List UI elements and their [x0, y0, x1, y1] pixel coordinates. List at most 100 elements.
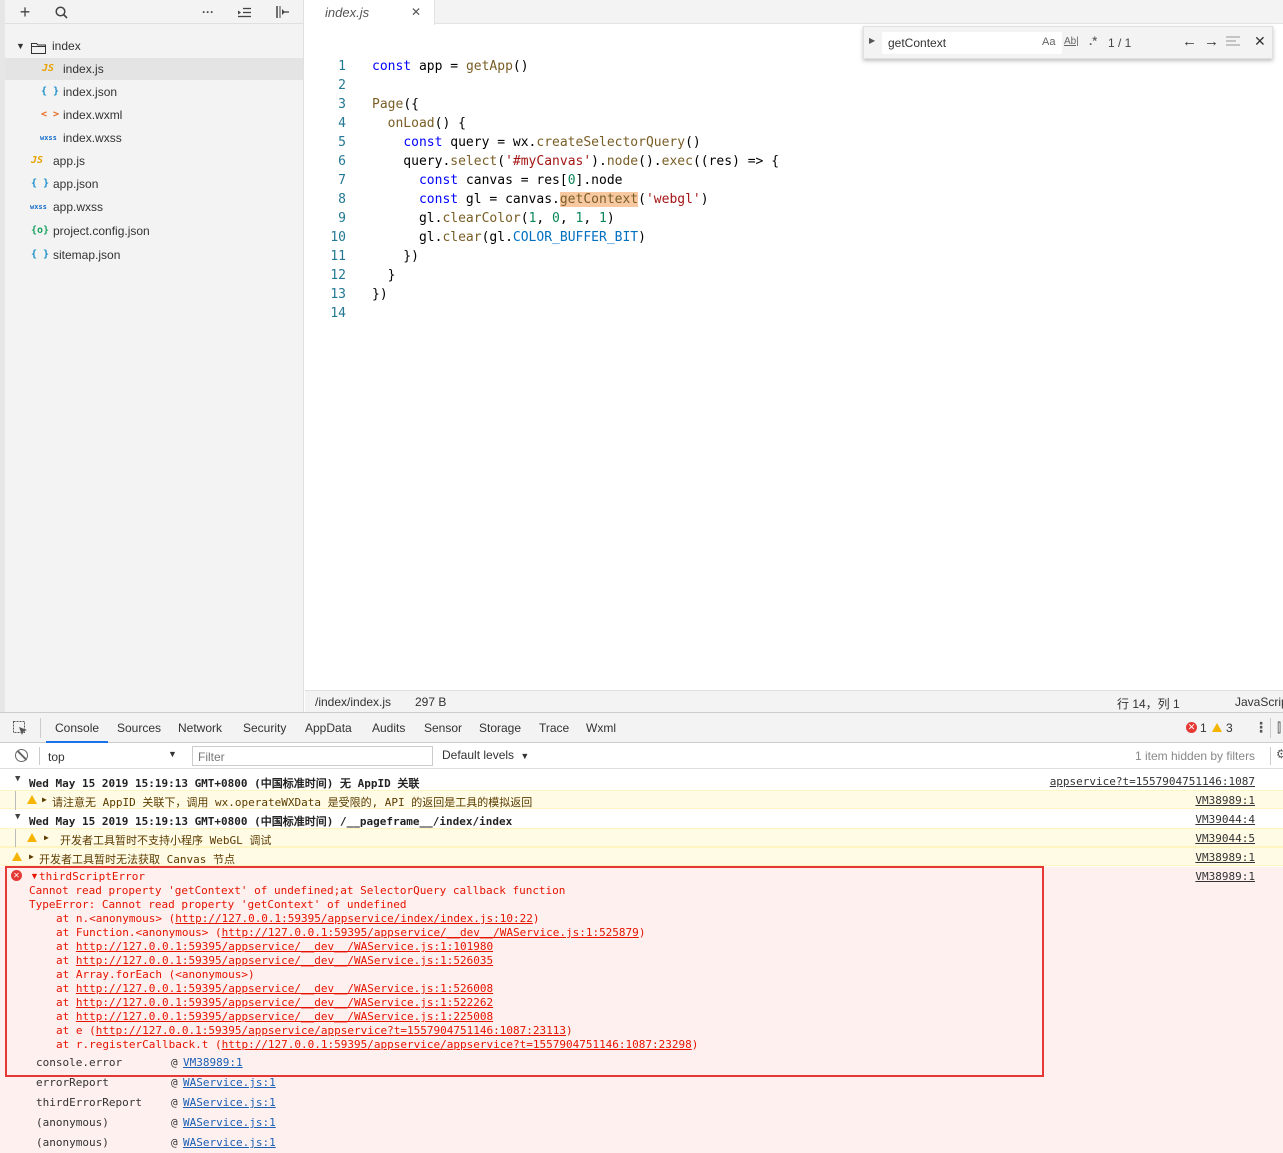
source-link[interactable]: VM39044:5 — [1195, 832, 1255, 845]
cursor-position[interactable]: 行 14，列 1 — [1117, 695, 1180, 712]
function-name: errorReport — [36, 1076, 109, 1089]
context-select[interactable]: top ▼ — [42, 746, 182, 766]
code-area[interactable]: 1 2 3 4 5 6 7 8 9 10 11 12 13 14 const a… — [305, 59, 1283, 329]
tree-file-index-js[interactable]: JS index.js — [5, 58, 303, 80]
source-link[interactable]: WAService.js:1 — [183, 1076, 276, 1089]
settings-gear-icon[interactable]: ⚙ — [1276, 747, 1283, 761]
collapse-panel-icon[interactable] — [272, 2, 292, 22]
add-file-icon[interactable]: + — [15, 2, 35, 22]
config-file-icon: {o} — [31, 225, 50, 236]
divider — [39, 747, 40, 765]
tree-label: sitemap.json — [53, 248, 121, 262]
next-match-icon[interactable]: → — [1204, 33, 1219, 50]
line-number: 7 — [338, 173, 346, 188]
levels-select[interactable]: Default levels ▼ — [442, 748, 529, 762]
kebab-menu-icon[interactable]: ⋮ — [1254, 719, 1268, 736]
tab-label: index.js — [325, 5, 370, 20]
filter-input[interactable]: Filter — [192, 746, 433, 766]
tree-file-sitemap-json[interactable]: { } sitemap.json — [5, 244, 303, 266]
source-link[interactable]: VM38989:1 — [1195, 870, 1255, 883]
inspect-element-icon[interactable] — [13, 721, 28, 739]
source-link[interactable]: WAService.js:1 — [183, 1116, 276, 1129]
match-case-icon[interactable]: Aa — [1042, 36, 1055, 48]
warning-icon — [12, 852, 22, 861]
error-highlight-box — [5, 866, 1044, 1077]
code-line-12: } — [372, 268, 396, 283]
wxss-file-icon: wxss — [30, 203, 47, 211]
chevron-right-icon[interactable]: ▶ — [42, 795, 47, 804]
line-number: 9 — [338, 211, 346, 226]
function-name: (anonymous) — [36, 1136, 109, 1149]
code-line-6: query.select('#myCanvas').node().exec((r… — [372, 154, 780, 169]
dock-icon[interactable]: ⫿ — [1277, 720, 1281, 736]
tree-folder-index[interactable]: ▼ index — [5, 35, 303, 57]
language-mode[interactable]: JavaScript — [1235, 695, 1283, 709]
source-link[interactable]: WAService.js:1 — [183, 1096, 276, 1109]
close-find-icon[interactable]: ✕ — [1254, 33, 1266, 50]
previous-match-icon[interactable]: ← — [1182, 33, 1197, 50]
tab-storage[interactable]: Storage — [479, 713, 521, 743]
source-link[interactable]: VM38989:1 — [1195, 794, 1255, 807]
group-header[interactable]: ▼ Wed May 15 2019 15:19:13 GMT+0800 (中国标… — [0, 772, 1283, 790]
line-number: 14 — [330, 306, 346, 321]
tree-file-index-wxml[interactable]: < > index.wxml — [5, 104, 303, 126]
source-link[interactable]: VM38989:1 — [1195, 851, 1255, 864]
tab-console[interactable]: Console — [46, 713, 109, 743]
tab-audits[interactable]: Audits — [372, 713, 405, 743]
tab-sources[interactable]: Sources — [117, 713, 161, 743]
search-icon[interactable] — [51, 2, 71, 22]
clear-console-icon[interactable] — [15, 749, 28, 762]
warning-message: ▶ 开发者工具暂时不支持小程序 WebGL 调试 VM39044:5 — [0, 828, 1283, 848]
tab-sensor[interactable]: Sensor — [424, 713, 462, 743]
tab-appdata[interactable]: AppData — [305, 713, 352, 743]
code-line-1: const app = getApp() — [372, 59, 529, 74]
find-in-selection-icon[interactable] — [1226, 35, 1240, 50]
warning-icon — [1212, 723, 1222, 732]
group-title: Wed May 15 2019 15:19:13 GMT+0800 (中国标准时… — [29, 815, 513, 828]
warning-count[interactable]: 3 — [1226, 721, 1233, 735]
divider — [40, 718, 41, 738]
error-count[interactable]: 1 — [1200, 721, 1207, 735]
hidden-count: 1 item hidden by filters — [1135, 749, 1256, 763]
tab-index-js[interactable]: index.js ✕ — [305, 0, 435, 25]
outdent-icon[interactable] — [234, 2, 254, 22]
source-link[interactable]: WAService.js:1 — [183, 1136, 276, 1149]
tree-file-index-wxss[interactable]: wxss index.wxss — [5, 127, 303, 149]
devtools-tabbar: Console Sources Network Security AppData… — [0, 712, 1283, 743]
tab-trace[interactable]: Trace — [539, 713, 569, 743]
json-file-icon: { } — [31, 178, 50, 189]
whole-word-icon[interactable]: Ab| — [1064, 36, 1079, 47]
source-link[interactable]: appservice?t=1557904751146:1087 — [1050, 775, 1255, 788]
code-line-9: gl.clearColor(1, 0, 1, 1) — [372, 211, 615, 226]
tab-wxml[interactable]: Wxml — [586, 713, 616, 743]
tree-label: index.json — [63, 85, 118, 99]
tree-file-app-wxss[interactable]: wxss app.wxss — [5, 196, 303, 218]
chevron-right-icon[interactable]: ▶ — [29, 852, 34, 861]
chevron-right-icon[interactable]: ▶ — [44, 833, 49, 842]
code-editor[interactable]: index.js ✕ ▶ getContext Aa Ab| .* 1 / 1 … — [305, 0, 1283, 690]
find-input[interactable]: getContext Aa Ab| .* — [882, 32, 1097, 54]
chevron-down-icon: ▼ — [15, 774, 21, 784]
source-link[interactable]: VM39044:4 — [1195, 813, 1255, 826]
code-line-8: const gl = canvas.getContext('webgl') — [418, 192, 709, 207]
code-line-3: Page({ — [372, 97, 419, 112]
code-line-4: onLoad() { — [387, 116, 466, 131]
chevron-down-icon: ▼ — [16, 41, 25, 51]
group-header[interactable]: ▼ Wed May 15 2019 15:19:13 GMT+0800 (中国标… — [0, 810, 1283, 828]
message-text: 开发者工具暂时无法获取 Canvas 节点 — [39, 853, 235, 866]
tree-file-project-config[interactable]: {o} project.config.json — [5, 220, 303, 242]
more-icon[interactable]: ··· — [198, 2, 218, 22]
find-query: getContext — [888, 36, 947, 50]
tree-file-app-json[interactable]: { } app.json — [5, 173, 303, 195]
tab-security[interactable]: Security — [243, 713, 286, 743]
regex-icon[interactable]: .* — [1089, 34, 1097, 48]
tree-file-app-js[interactable]: JS app.js — [5, 150, 303, 172]
line-number: 13 — [330, 287, 346, 302]
console-filterbar: top ▼ Filter Default levels ▼ 1 item hid… — [0, 743, 1283, 769]
close-icon[interactable]: ✕ — [411, 5, 421, 19]
tree-label: app.wxss — [53, 200, 104, 214]
chevron-right-icon[interactable]: ▶ — [869, 36, 875, 45]
tree-label: index — [52, 39, 81, 53]
tree-file-index-json[interactable]: { } index.json — [5, 81, 303, 103]
tab-network[interactable]: Network — [178, 713, 222, 743]
